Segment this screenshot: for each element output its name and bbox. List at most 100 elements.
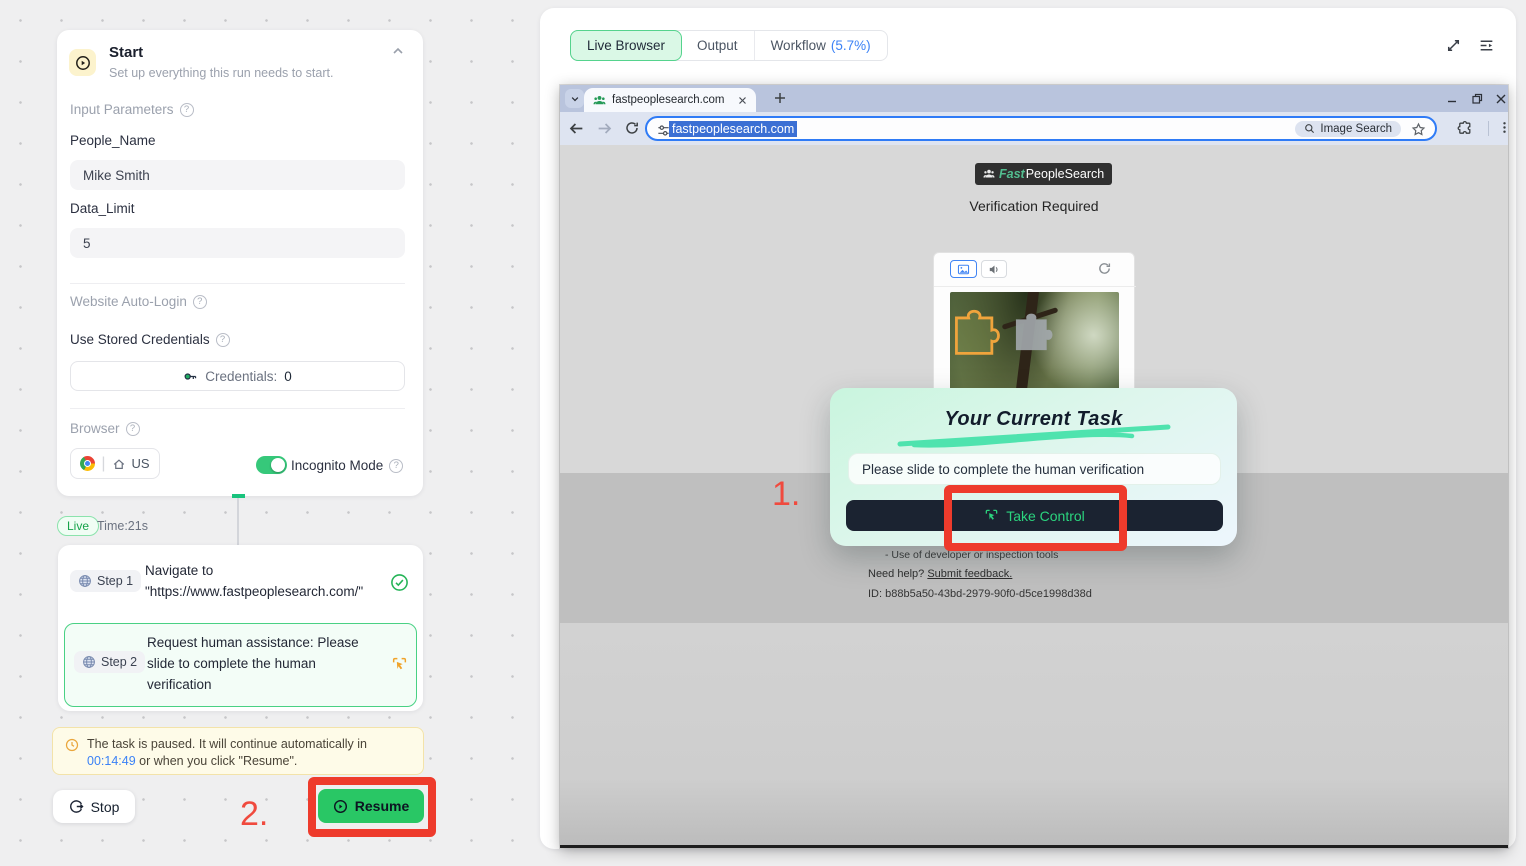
browser-tabstrip: fastpeoplesearch.com	[560, 85, 1508, 112]
use-stored-credentials-label: Use Stored Credentials	[70, 332, 230, 347]
tab-output[interactable]: Output	[681, 31, 755, 60]
step-1-row[interactable]: Step 1	[70, 570, 141, 593]
verification-id-line: ID: b88b5a50-43bd-2979-90f0-d5ce1998d38d	[868, 588, 1092, 600]
divider	[70, 408, 405, 409]
help-icon[interactable]	[216, 333, 230, 347]
connector-line	[237, 496, 239, 546]
log-panel-icon[interactable]	[1478, 37, 1495, 54]
verification-heading: Verification Required	[560, 198, 1508, 214]
tools-notice-line: - Use of developer or inspection tools	[885, 549, 1058, 561]
credentials-count: 0	[284, 369, 292, 384]
incognito-mode-label: Incognito Mode	[291, 458, 403, 473]
help-line: Need help? Submit feedback.	[868, 568, 1012, 580]
app-canvas: Start Set up everything this run needs t…	[0, 0, 1526, 866]
step-1-text: Navigate to "https://www.fastpeoplesearc…	[145, 560, 390, 602]
magnifier-icon	[1304, 123, 1315, 134]
current-task-overlay: Your Current Task Please slide to comple…	[830, 388, 1237, 546]
home-icon	[112, 457, 126, 471]
tab-live-browser[interactable]: Live Browser	[570, 30, 682, 61]
image-search-button[interactable]: Image Search	[1295, 121, 1401, 137]
browser-toolbar: fastpeoplesearch.com Image Search	[560, 112, 1508, 145]
help-icon[interactable]	[126, 422, 140, 436]
globe-icon	[82, 655, 96, 669]
bookmark-star-icon[interactable]	[1411, 122, 1426, 137]
site-settings-icon[interactable]	[656, 123, 671, 138]
viewer-panel: Live Browser Output Workflow(5.7%) fastp…	[540, 8, 1516, 849]
live-badge: Live	[57, 516, 99, 536]
region-label: US	[132, 456, 150, 471]
run-time-label: Time:21s	[97, 519, 148, 533]
help-icon[interactable]	[389, 459, 403, 473]
help-icon[interactable]	[180, 103, 194, 117]
reload-icon[interactable]	[624, 120, 640, 136]
scribble-underline	[896, 424, 1176, 448]
tab-workflow[interactable]: Workflow(5.7%)	[755, 31, 887, 60]
speaker-icon	[988, 263, 1001, 276]
resume-button[interactable]: Resume	[318, 789, 424, 823]
restore-icon[interactable]	[1470, 92, 1484, 106]
start-title: Start	[109, 44, 143, 61]
steps-card: Step 1 Navigate to "https://www.fastpeop…	[58, 545, 423, 711]
start-card: Start Set up everything this run needs t…	[57, 30, 423, 496]
window-close-icon[interactable]	[1494, 92, 1508, 106]
separator: |	[101, 455, 105, 473]
step-2-row[interactable]: Step 2 Request human assistance: Please …	[64, 623, 417, 707]
url-bar[interactable]: fastpeoplesearch.com Image Search	[645, 116, 1437, 141]
take-control-icon	[984, 508, 999, 523]
people-name-input[interactable]: Mike Smith	[70, 160, 405, 190]
stop-button[interactable]: Stop	[53, 790, 135, 823]
browser-window: fastpeoplesearch.com fastpeoplesearch.co…	[560, 85, 1508, 848]
captcha-image-mode-button[interactable]	[950, 260, 977, 278]
field-label-people-name: People_Name	[70, 133, 156, 148]
browser-tab-title: fastpeoplesearch.com	[612, 94, 732, 106]
tab-search-chevron-icon[interactable]	[565, 89, 584, 108]
pause-countdown: 00:14:49	[87, 754, 136, 768]
pause-notice: The task is paused. It will continue aut…	[52, 727, 424, 775]
url-text[interactable]: fastpeoplesearch.com	[669, 121, 797, 137]
stop-icon	[69, 799, 84, 814]
divider	[70, 283, 405, 284]
step-1-badge: Step 1	[97, 574, 133, 588]
take-control-button[interactable]: Take Control	[846, 500, 1223, 531]
credentials-button[interactable]: Credentials: 0	[70, 361, 405, 391]
captcha-audio-mode-button[interactable]	[981, 260, 1007, 278]
logo-fast: Fast	[999, 167, 1025, 181]
submit-feedback-link[interactable]: Submit feedback.	[927, 568, 1012, 580]
play-icon	[333, 799, 348, 814]
incognito-toggle[interactable]	[256, 456, 287, 474]
extensions-puzzle-icon[interactable]	[1457, 120, 1473, 136]
puzzle-piece-slider[interactable]	[1012, 304, 1066, 354]
globe-icon	[78, 574, 92, 588]
minimize-icon[interactable]	[1445, 92, 1459, 106]
website-auto-login-label: Website Auto-Login	[70, 294, 207, 309]
captcha-refresh-icon[interactable]	[1097, 261, 1112, 276]
tab-close-icon[interactable]	[738, 96, 747, 105]
task-message: Please slide to complete the human verif…	[848, 453, 1221, 485]
viewer-tabs: Live Browser Output Workflow(5.7%)	[570, 30, 888, 61]
new-tab-icon[interactable]	[772, 90, 788, 106]
human-assist-icon	[391, 656, 408, 673]
step-2-text: Request human assistance: Please slide t…	[147, 632, 384, 695]
connector-tick	[232, 494, 245, 498]
pause-text-before: The task is paused. It will continue aut…	[87, 737, 367, 751]
logo-peoplesearch: PeopleSearch	[1026, 167, 1105, 181]
step-1-success-icon	[390, 573, 409, 592]
forward-icon[interactable]	[596, 120, 613, 137]
puzzle-piece-target	[952, 300, 1014, 358]
workflow-percent: (5.7%)	[831, 38, 871, 53]
collapse-chevron-up-icon[interactable]	[391, 44, 405, 58]
clock-icon	[65, 738, 79, 752]
field-label-data-limit: Data_Limit	[70, 201, 135, 216]
help-icon[interactable]	[193, 295, 207, 309]
start-subtitle: Set up everything this run needs to star…	[109, 66, 333, 80]
kebab-menu-icon[interactable]	[1497, 120, 1512, 135]
browser-tab[interactable]: fastpeoplesearch.com	[584, 88, 756, 112]
data-limit-input[interactable]: 5	[70, 228, 405, 258]
browser-label: Browser	[70, 421, 140, 436]
back-icon[interactable]	[568, 120, 585, 137]
browser-profile-button[interactable]: | US	[70, 448, 160, 479]
viewport-lower	[560, 623, 1508, 845]
expand-icon[interactable]	[1445, 37, 1462, 54]
divider	[934, 286, 1136, 287]
step-2-badge: Step 2	[101, 655, 137, 669]
